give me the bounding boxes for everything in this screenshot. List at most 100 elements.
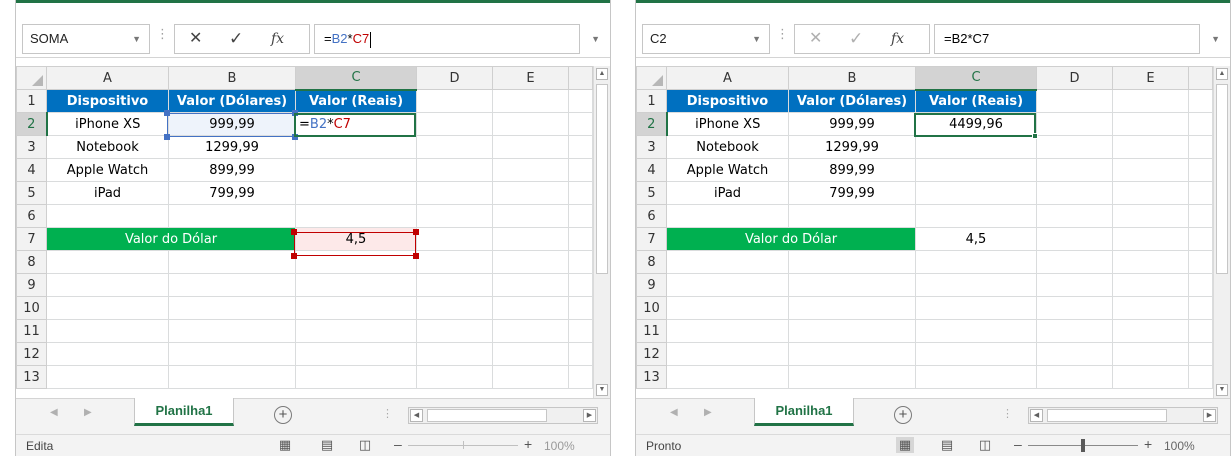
zoom-level[interactable]: 100%	[544, 439, 575, 453]
formula-input[interactable]: =B2*C7	[314, 24, 580, 54]
row-header-12[interactable]: 12	[16, 342, 47, 366]
row-header-2[interactable]: 2	[16, 112, 48, 136]
column-header-a[interactable]: A	[46, 66, 169, 90]
zoom-out-icon[interactable]: –	[394, 436, 402, 452]
cell-a7-merged[interactable]: Valor do Dólar	[46, 227, 296, 251]
cell-d1[interactable]	[416, 89, 493, 113]
page-layout-icon[interactable]: ▤	[938, 437, 956, 453]
next-sheet-icon[interactable]: ▶	[704, 407, 712, 418]
normal-view-icon[interactable]: ▦	[276, 437, 294, 453]
cell-d7[interactable]	[1036, 227, 1113, 251]
expand-formula-bar-icon[interactable]: ▼	[591, 34, 600, 44]
prev-sheet-icon[interactable]: ◀	[50, 407, 58, 418]
scroll-right-icon[interactable]: ▶	[1203, 409, 1216, 422]
insert-function-icon[interactable]: fx	[891, 29, 904, 49]
cell-d2[interactable]	[416, 112, 493, 136]
vertical-scroll-thumb[interactable]	[1216, 84, 1228, 274]
cell-c4[interactable]	[295, 158, 417, 182]
cell-d4[interactable]	[416, 158, 493, 182]
page-layout-icon[interactable]: ▤	[318, 437, 336, 453]
cell-b6[interactable]	[168, 204, 296, 228]
cell-d2[interactable]	[1036, 112, 1113, 136]
cell-c4[interactable]	[915, 158, 1037, 182]
cell-b3[interactable]: 1299,99	[788, 135, 916, 159]
chevron-down-icon[interactable]: ▼	[752, 25, 761, 53]
row-header-7[interactable]: 7	[16, 227, 47, 251]
cell-b3[interactable]: 1299,99	[168, 135, 296, 159]
row-header-3[interactable]: 3	[16, 135, 47, 159]
cell-b2[interactable]: 999,99	[168, 112, 296, 136]
cell-e3[interactable]	[492, 135, 569, 159]
row-header-1[interactable]: 1	[636, 89, 667, 113]
cell-b1[interactable]: Valor (Dólares)	[788, 89, 916, 113]
cell-a5[interactable]: iPad	[46, 181, 169, 205]
column-header-f[interactable]	[1188, 66, 1213, 90]
cancel-icon[interactable]: ✕	[189, 29, 202, 49]
horizontal-scrollbar[interactable]: ◀ ▶	[408, 407, 598, 424]
cell-b2[interactable]: 999,99	[788, 112, 916, 136]
row-header-11[interactable]: 11	[16, 319, 47, 343]
zoom-in-icon[interactable]: +	[524, 436, 532, 452]
cell-e7[interactable]	[1112, 227, 1189, 251]
expand-formula-bar-icon[interactable]: ▼	[1211, 34, 1220, 44]
row-header-11[interactable]: 11	[636, 319, 667, 343]
cell-f6[interactable]	[1188, 204, 1213, 228]
scroll-up-icon[interactable]: ▲	[1216, 68, 1228, 80]
column-header-f[interactable]	[568, 66, 593, 90]
row-header-9[interactable]: 9	[636, 273, 667, 297]
horizontal-scroll-thumb[interactable]	[427, 409, 547, 422]
cell-b1[interactable]: Valor (Dólares)	[168, 89, 296, 113]
row-header-4[interactable]: 4	[636, 158, 667, 182]
scroll-down-icon[interactable]: ▼	[596, 384, 608, 396]
column-header-d[interactable]: D	[1036, 66, 1113, 90]
cell-a6[interactable]	[46, 204, 169, 228]
cell-f5[interactable]	[568, 181, 593, 205]
cell-a5[interactable]: iPad	[666, 181, 789, 205]
sheet-tab-planilha1[interactable]: Planilha1	[754, 398, 854, 426]
row-header-6[interactable]: 6	[16, 204, 47, 228]
page-break-icon[interactable]: ◫	[356, 437, 374, 453]
column-header-c[interactable]: C	[915, 66, 1037, 91]
cell-e6[interactable]	[492, 204, 569, 228]
tab-split-grip-icon[interactable]: ⋮	[382, 407, 393, 420]
row-header-10[interactable]: 10	[636, 296, 667, 320]
cell-c3[interactable]	[295, 135, 417, 159]
cell-c2-editing[interactable]: =B2*C7	[295, 112, 417, 136]
cell-e2[interactable]	[492, 112, 569, 136]
cell-b5[interactable]: 799,99	[168, 181, 296, 205]
row-header-6[interactable]: 6	[636, 204, 667, 228]
cell-d4[interactable]	[1036, 158, 1113, 182]
column-header-c[interactable]: C	[295, 66, 417, 91]
row-header-3[interactable]: 3	[636, 135, 667, 159]
column-header-a[interactable]: A	[666, 66, 789, 90]
cell-c7[interactable]: 4,5	[915, 227, 1037, 251]
scroll-down-icon[interactable]: ▼	[1216, 384, 1228, 396]
cell-a3[interactable]: Notebook	[46, 135, 169, 159]
name-box[interactable]: C2 ▼	[642, 24, 770, 54]
enter-check-icon[interactable]: ✓	[229, 29, 243, 49]
insert-function-icon[interactable]: fx	[271, 29, 284, 49]
cell-f1[interactable]	[1188, 89, 1213, 113]
cell-e1[interactable]	[1112, 89, 1189, 113]
cell-d1[interactable]	[1036, 89, 1113, 113]
cell-b4[interactable]: 899,99	[788, 158, 916, 182]
cell-e3[interactable]	[1112, 135, 1189, 159]
name-box[interactable]: SOMA ▼	[22, 24, 150, 54]
row-header-5[interactable]: 5	[16, 181, 47, 205]
cell-d3[interactable]	[416, 135, 493, 159]
cell-f4[interactable]	[568, 158, 593, 182]
sheet-tab-planilha1[interactable]: Planilha1	[134, 398, 234, 426]
cell-e4[interactable]	[1112, 158, 1189, 182]
cell-e4[interactable]	[492, 158, 569, 182]
cell-c3[interactable]	[915, 135, 1037, 159]
cell-a3[interactable]: Notebook	[666, 135, 789, 159]
cell-c5[interactable]	[915, 181, 1037, 205]
zoom-out-icon[interactable]: –	[1014, 436, 1022, 452]
cell-f2[interactable]	[568, 112, 593, 136]
cell-e2[interactable]	[1112, 112, 1189, 136]
cell-e5[interactable]	[492, 181, 569, 205]
cell-a6[interactable]	[666, 204, 789, 228]
row-header-12[interactable]: 12	[636, 342, 667, 366]
vertical-scroll-thumb[interactable]	[596, 84, 608, 274]
row-header-8[interactable]: 8	[16, 250, 47, 274]
